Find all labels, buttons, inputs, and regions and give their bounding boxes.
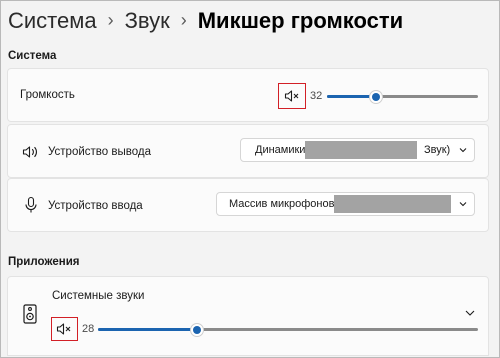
section-title-apps: Приложения xyxy=(8,256,80,268)
redacted-area xyxy=(334,195,451,213)
input-device-label: Устройство ввода xyxy=(48,200,143,212)
microphone-icon xyxy=(24,196,38,214)
speaker-muted-icon[interactable] xyxy=(56,322,72,336)
chevron-down-icon xyxy=(458,145,468,158)
input-device-dropdown[interactable]: Массив микрофонов xyxy=(216,192,475,216)
page-title: Микшер громкости xyxy=(197,8,404,33)
redacted-area xyxy=(305,141,417,159)
breadcrumb-system[interactable]: Система xyxy=(8,8,97,34)
app-volume-card: Системные звуки 28 xyxy=(7,276,489,356)
breadcrumb-sound[interactable]: Звук xyxy=(125,8,170,34)
master-volume-card: Громкость 32 xyxy=(7,68,489,122)
chevron-down-icon xyxy=(458,199,468,212)
chevron-down-icon[interactable] xyxy=(464,308,476,318)
input-device-card: Устройство ввода Массив микрофонов xyxy=(7,178,489,232)
app-volume-slider-thumb[interactable] xyxy=(190,323,204,337)
breadcrumb-separator: › xyxy=(180,9,187,30)
app-name-label: Системные звуки xyxy=(52,290,145,302)
breadcrumb: Система › Звук › Микшер громкости xyxy=(8,6,403,36)
output-device-label: Устройство вывода xyxy=(48,146,151,158)
input-device-value: Массив микрофонов xyxy=(229,198,335,210)
output-device-value-suffix: Звук) xyxy=(424,144,451,156)
volume-label: Громкость xyxy=(20,89,75,101)
breadcrumb-separator: › xyxy=(107,9,114,30)
output-device-dropdown[interactable]: Динамики Звук) xyxy=(240,138,475,162)
app-volume-slider[interactable] xyxy=(98,328,478,331)
system-sounds-speaker-icon xyxy=(23,304,37,324)
volume-slider[interactable] xyxy=(327,95,478,98)
speaker-muted-icon[interactable] xyxy=(284,89,300,103)
speaker-icon xyxy=(22,144,40,160)
output-device-value: Динамики xyxy=(255,144,306,156)
section-title-system: Система xyxy=(8,50,57,62)
volume-value: 32 xyxy=(310,90,323,102)
app-volume-slider-fill xyxy=(98,328,198,331)
app-volume-value: 28 xyxy=(82,323,95,335)
output-device-card: Устройство вывода Динамики Звук) xyxy=(7,124,489,178)
volume-slider-thumb[interactable] xyxy=(369,90,383,104)
